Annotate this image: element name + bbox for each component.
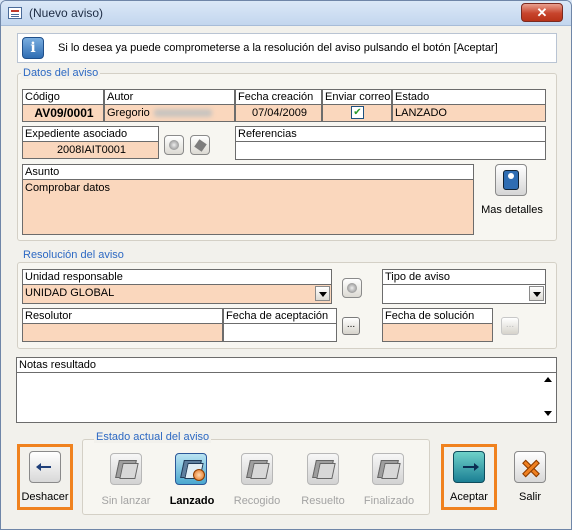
asunto-header: Asunto xyxy=(22,164,474,180)
finalizado-state-icon xyxy=(372,453,404,485)
finalizado-state-label: Finalizado xyxy=(363,495,415,507)
aceptar-label: Aceptar xyxy=(450,491,488,503)
chevron-down-icon[interactable] xyxy=(315,286,330,301)
mas-detalles-label: Mas detalles xyxy=(481,204,543,216)
expediente-clear-button[interactable] xyxy=(190,135,210,155)
codigo-field[interactable]: AV09/0001 xyxy=(22,105,104,122)
codigo-header: Código xyxy=(22,89,104,105)
estado-value: LANZADO xyxy=(395,107,447,119)
estado-field[interactable]: LANZADO xyxy=(392,105,546,122)
deshacer-button[interactable]: Deshacer xyxy=(20,447,70,507)
enviar-correo-cell: ✔ xyxy=(322,105,392,122)
unidad-value: UNIDAD GLOBAL xyxy=(25,287,115,299)
circle-icon xyxy=(347,283,357,293)
sin-lanzar-state-icon xyxy=(110,453,142,485)
datos-group-label: Datos del aviso xyxy=(21,67,101,79)
expediente-select-button[interactable] xyxy=(164,135,184,155)
mas-detalles-button[interactable]: Mas detalles xyxy=(479,164,545,224)
salir-label: Salir xyxy=(518,491,541,503)
arrow-left-icon xyxy=(29,451,61,483)
autor-header: Autor xyxy=(104,89,235,105)
fecha-creacion-header: Fecha creación xyxy=(235,89,322,105)
resuelto-state-icon xyxy=(307,453,339,485)
asunto-field[interactable]: Comprobar datos xyxy=(22,180,474,235)
codigo-value: AV09/0001 xyxy=(34,106,94,120)
info-message: Si lo desea ya puede comprometerse a la … xyxy=(58,42,498,54)
unidad-header: Unidad responsable xyxy=(22,269,332,285)
aceptar-button[interactable]: Aceptar xyxy=(444,447,494,507)
recogido-state-label: Recogido xyxy=(233,495,281,507)
estado-actual-group-label: Estado actual del aviso xyxy=(94,431,212,443)
circle-icon xyxy=(169,140,179,150)
deshacer-label: Deshacer xyxy=(21,491,69,503)
title-bar: (Nuevo aviso) ✕ xyxy=(1,1,571,26)
enviar-correo-checkbox[interactable]: ✔ xyxy=(351,106,364,119)
arrow-right-icon xyxy=(453,451,485,483)
eraser-icon xyxy=(194,139,207,152)
resuelto-state-label: Resuelto xyxy=(301,495,345,507)
expediente-field[interactable]: 2008IAIT0001 xyxy=(22,142,159,159)
expediente-header: Expediente asociado xyxy=(22,126,159,142)
referencias-header: Referencias xyxy=(235,126,546,142)
autor-blurred xyxy=(153,109,212,118)
notas-header: Notas resultado xyxy=(16,357,557,373)
notas-textarea[interactable] xyxy=(16,373,557,423)
autor-value: Gregorio xyxy=(107,107,150,119)
info-icon: i xyxy=(22,37,44,59)
resolucion-group-label: Resolución del aviso xyxy=(21,249,126,261)
fecha-creacion-field[interactable]: 07/04/2009 xyxy=(235,105,322,122)
asunto-value: Comprobar datos xyxy=(25,182,110,194)
exit-icon xyxy=(514,451,546,483)
tipo-aviso-select[interactable] xyxy=(382,285,546,304)
resolutor-field[interactable] xyxy=(22,324,223,342)
estado-header: Estado xyxy=(392,89,546,105)
fecha-aceptacion-picker-button[interactable]: ... xyxy=(342,317,360,335)
fecha-aceptacion-field[interactable] xyxy=(223,324,337,342)
lanzado-state-icon xyxy=(175,453,207,485)
unidad-select-button[interactable] xyxy=(342,278,362,298)
scroll-down-icon[interactable] xyxy=(542,408,554,420)
fecha-creacion-value: 07/04/2009 xyxy=(251,107,308,119)
sin-lanzar-state-label: Sin lanzar xyxy=(101,495,151,507)
window-title: (Nuevo aviso) xyxy=(29,6,104,20)
fecha-solucion-picker-button[interactable]: ... xyxy=(501,317,519,335)
close-button[interactable]: ✕ xyxy=(521,3,563,22)
resolutor-header: Resolutor xyxy=(22,308,223,324)
salir-button[interactable]: Salir xyxy=(505,447,555,507)
fecha-solucion-field[interactable] xyxy=(382,324,493,342)
aviso-window: (Nuevo aviso) ✕ i Si lo desea ya puede c… xyxy=(0,0,572,530)
autor-field[interactable]: Gregorio xyxy=(104,105,235,122)
tipo-aviso-header: Tipo de aviso xyxy=(382,269,546,285)
expediente-value: 2008IAIT0001 xyxy=(56,144,127,156)
referencias-field[interactable] xyxy=(235,142,546,160)
recogido-state-icon xyxy=(241,453,273,485)
chevron-down-icon[interactable] xyxy=(529,286,544,301)
form-icon xyxy=(8,7,22,19)
enviar-correo-header: Enviar correo xyxy=(322,89,392,105)
info-banner: i Si lo desea ya puede comprometerse a l… xyxy=(17,33,557,63)
lanzado-state-label: Lanzado xyxy=(169,495,215,507)
details-icon xyxy=(495,164,527,196)
scroll-up-icon[interactable] xyxy=(542,374,554,386)
unidad-select[interactable]: UNIDAD GLOBAL xyxy=(22,285,332,304)
fecha-solucion-header: Fecha de solución xyxy=(382,308,493,324)
fecha-aceptacion-header: Fecha de aceptación xyxy=(223,308,337,324)
